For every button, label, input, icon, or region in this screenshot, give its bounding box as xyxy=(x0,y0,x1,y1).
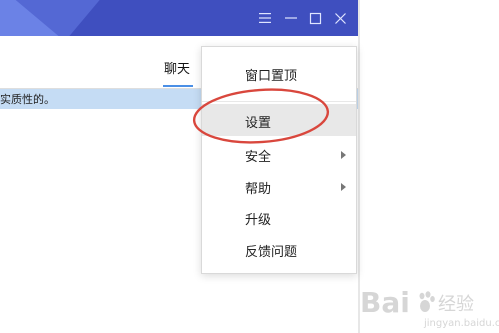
menu-item-label: 反馈问题 xyxy=(245,245,298,260)
notice-text: 实质性的。 xyxy=(0,93,55,106)
tab-chat-underline xyxy=(163,85,193,87)
menu-item-upgrade[interactable]: 升级 xyxy=(202,201,356,233)
settings-dropdown-menu: 窗口置顶 设置 安全 帮助 升级 反馈问题 xyxy=(201,46,357,274)
watermark-logo: Bai 经验 jingyan.baidu.com xyxy=(360,286,499,329)
submenu-arrow-icon xyxy=(341,183,346,191)
menu-item-label: 升级 xyxy=(245,213,272,228)
menu-item-label: 设置 xyxy=(245,116,272,131)
menu-item-pin-window[interactable]: 窗口置顶 xyxy=(202,57,356,89)
menu-item-label: 帮助 xyxy=(245,182,272,197)
svg-text:jingyan.baidu.com: jingyan.baidu.com xyxy=(423,318,499,329)
menu-item-label: 安全 xyxy=(245,150,272,165)
submenu-arrow-icon xyxy=(341,151,346,159)
menu-item-help[interactable]: 帮助 xyxy=(202,170,356,202)
menu-item-settings[interactable]: 设置 xyxy=(202,104,356,136)
menu-separator xyxy=(202,101,356,102)
hamburger-icon[interactable] xyxy=(255,8,275,28)
title-bar xyxy=(0,0,358,36)
minimize-icon[interactable] xyxy=(281,8,301,28)
svg-text:经验: 经验 xyxy=(438,294,474,315)
svg-text:Bai: Bai xyxy=(360,286,410,319)
maximize-icon[interactable] xyxy=(305,8,325,28)
tab-chat[interactable]: 聊天 xyxy=(164,58,190,77)
menu-item-feedback[interactable]: 反馈问题 xyxy=(202,233,356,265)
menu-item-security[interactable]: 安全 xyxy=(202,138,356,170)
menu-item-label: 窗口置顶 xyxy=(245,69,298,84)
close-icon[interactable] xyxy=(330,8,350,28)
